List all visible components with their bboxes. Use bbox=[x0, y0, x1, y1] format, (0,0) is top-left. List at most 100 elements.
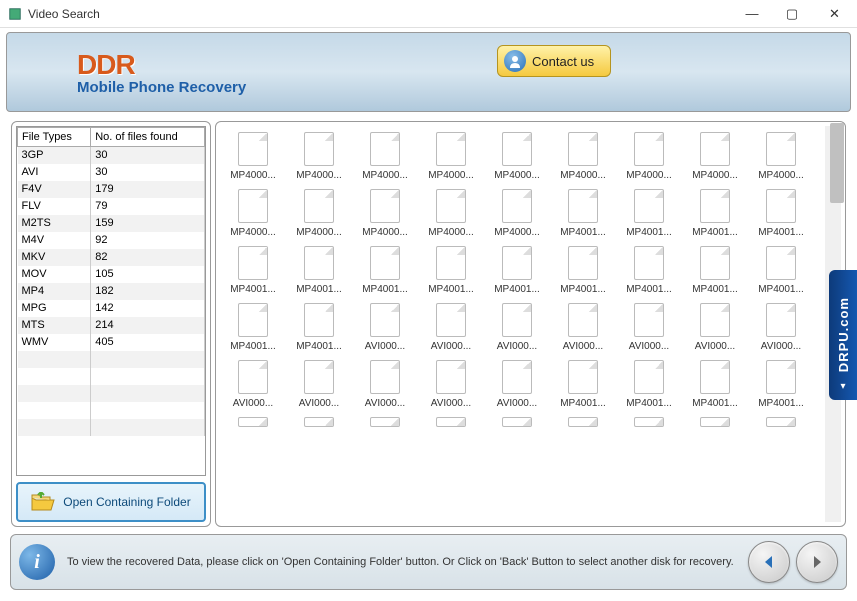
file-item[interactable]: MP4001... bbox=[287, 240, 351, 297]
next-button[interactable] bbox=[796, 541, 838, 583]
file-item[interactable]: MP4000... bbox=[485, 183, 549, 240]
file-item[interactable]: AVI000... bbox=[419, 354, 483, 411]
file-item[interactable]: MP4001... bbox=[617, 240, 681, 297]
file-label: MP4001... bbox=[223, 284, 283, 295]
file-item[interactable] bbox=[749, 411, 813, 433]
file-item[interactable]: MP4000... bbox=[485, 126, 549, 183]
contact-label: Contact us bbox=[532, 54, 594, 69]
file-icon bbox=[700, 189, 730, 223]
file-item[interactable]: MP4001... bbox=[617, 354, 681, 411]
logo: DDR Mobile Phone Recovery bbox=[77, 49, 246, 96]
file-item[interactable] bbox=[353, 411, 417, 433]
col-header-type[interactable]: File Types bbox=[18, 128, 91, 147]
file-item[interactable]: AVI000... bbox=[683, 297, 747, 354]
file-list-panel: MP4000...MP4000...MP4000...MP4000...MP40… bbox=[215, 121, 846, 527]
scrollbar-thumb[interactable] bbox=[830, 123, 844, 203]
file-item[interactable]: MP4001... bbox=[287, 297, 351, 354]
file-item[interactable]: MP4000... bbox=[353, 126, 417, 183]
file-icon bbox=[436, 189, 466, 223]
table-row[interactable]: FLV79 bbox=[18, 198, 205, 215]
file-label: MP4001... bbox=[751, 227, 811, 238]
table-row[interactable]: MTS214 bbox=[18, 317, 205, 334]
back-button[interactable] bbox=[748, 541, 790, 583]
file-item[interactable] bbox=[485, 411, 549, 433]
file-label: MP4001... bbox=[553, 398, 613, 409]
file-item[interactable]: MP4001... bbox=[749, 183, 813, 240]
table-row[interactable]: M2TS159 bbox=[18, 215, 205, 232]
info-icon: i bbox=[19, 544, 55, 580]
file-item[interactable]: MP4000... bbox=[221, 126, 285, 183]
file-grid[interactable]: MP4000...MP4000...MP4000...MP4000...MP40… bbox=[220, 126, 841, 522]
file-item[interactable]: MP4000... bbox=[683, 126, 747, 183]
file-item[interactable]: MP4000... bbox=[617, 126, 681, 183]
file-item[interactable]: AVI000... bbox=[749, 297, 813, 354]
file-icon bbox=[436, 132, 466, 166]
contact-us-button[interactable]: Contact us bbox=[497, 45, 611, 77]
table-row[interactable]: MP4182 bbox=[18, 283, 205, 300]
file-item[interactable] bbox=[221, 411, 285, 433]
open-containing-folder-button[interactable]: Open Containing Folder bbox=[16, 482, 206, 522]
file-item[interactable]: MP4000... bbox=[287, 183, 351, 240]
file-item[interactable]: MP4001... bbox=[551, 183, 615, 240]
file-item[interactable]: AVI000... bbox=[419, 297, 483, 354]
table-row[interactable]: 3GP30 bbox=[18, 147, 205, 164]
minimize-button[interactable]: — bbox=[732, 0, 772, 28]
file-item[interactable]: MP4001... bbox=[683, 240, 747, 297]
table-row[interactable]: F4V179 bbox=[18, 181, 205, 198]
file-label: AVI000... bbox=[751, 341, 811, 352]
file-item[interactable] bbox=[287, 411, 351, 433]
file-item[interactable]: AVI000... bbox=[353, 297, 417, 354]
table-row[interactable]: MKV82 bbox=[18, 249, 205, 266]
file-item[interactable]: MP4000... bbox=[221, 183, 285, 240]
file-item[interactable]: MP4001... bbox=[683, 183, 747, 240]
file-item[interactable]: MP4000... bbox=[749, 126, 813, 183]
file-count-cell: 159 bbox=[91, 215, 205, 232]
file-item[interactable]: MP4001... bbox=[485, 240, 549, 297]
file-item[interactable]: MP4000... bbox=[353, 183, 417, 240]
table-row[interactable]: M4V92 bbox=[18, 232, 205, 249]
file-label: MP4000... bbox=[223, 227, 283, 238]
table-row[interactable]: WMV405 bbox=[18, 334, 205, 351]
col-header-count[interactable]: No. of files found bbox=[91, 128, 205, 147]
file-item[interactable]: AVI000... bbox=[353, 354, 417, 411]
file-types-table[interactable]: File Types No. of files found 3GP30AVI30… bbox=[16, 126, 206, 476]
file-item[interactable]: MP4001... bbox=[551, 240, 615, 297]
file-item[interactable] bbox=[617, 411, 681, 433]
file-item[interactable]: AVI000... bbox=[485, 354, 549, 411]
file-label: MP4001... bbox=[619, 398, 679, 409]
file-item[interactable]: AVI000... bbox=[617, 297, 681, 354]
file-label: MP4000... bbox=[421, 170, 481, 181]
table-row[interactable]: MOV105 bbox=[18, 266, 205, 283]
table-row[interactable]: MPG142 bbox=[18, 300, 205, 317]
file-type-cell: WMV bbox=[18, 334, 91, 351]
drpu-side-tab[interactable]: DRPU.com ▾ bbox=[829, 270, 857, 400]
table-row[interactable]: AVI30 bbox=[18, 164, 205, 181]
file-item[interactable]: MP4001... bbox=[353, 240, 417, 297]
file-item[interactable]: MP4000... bbox=[419, 126, 483, 183]
file-item[interactable] bbox=[419, 411, 483, 433]
file-item[interactable]: AVI000... bbox=[485, 297, 549, 354]
file-item[interactable] bbox=[551, 411, 615, 433]
file-item[interactable]: MP4000... bbox=[419, 183, 483, 240]
file-item[interactable]: MP4000... bbox=[551, 126, 615, 183]
file-item[interactable]: MP4001... bbox=[749, 240, 813, 297]
file-item[interactable]: MP4001... bbox=[683, 354, 747, 411]
file-icon bbox=[436, 417, 466, 427]
close-button[interactable]: ✕ bbox=[812, 0, 857, 28]
file-item[interactable]: AVI000... bbox=[221, 354, 285, 411]
file-label: MP4000... bbox=[289, 227, 349, 238]
chevron-icon: ▾ bbox=[840, 381, 845, 392]
main-content: File Types No. of files found 3GP30AVI30… bbox=[10, 120, 847, 528]
maximize-button[interactable]: ▢ bbox=[772, 0, 812, 28]
file-item[interactable]: MP4001... bbox=[749, 354, 813, 411]
file-item[interactable]: AVI000... bbox=[287, 354, 351, 411]
file-item[interactable]: MP4001... bbox=[617, 183, 681, 240]
file-count-cell: 82 bbox=[91, 249, 205, 266]
file-item[interactable]: MP4001... bbox=[419, 240, 483, 297]
file-item[interactable]: MP4001... bbox=[221, 297, 285, 354]
file-item[interactable]: MP4001... bbox=[221, 240, 285, 297]
file-item[interactable]: MP4000... bbox=[287, 126, 351, 183]
file-item[interactable] bbox=[683, 411, 747, 433]
file-item[interactable]: MP4001... bbox=[551, 354, 615, 411]
file-item[interactable]: AVI000... bbox=[551, 297, 615, 354]
